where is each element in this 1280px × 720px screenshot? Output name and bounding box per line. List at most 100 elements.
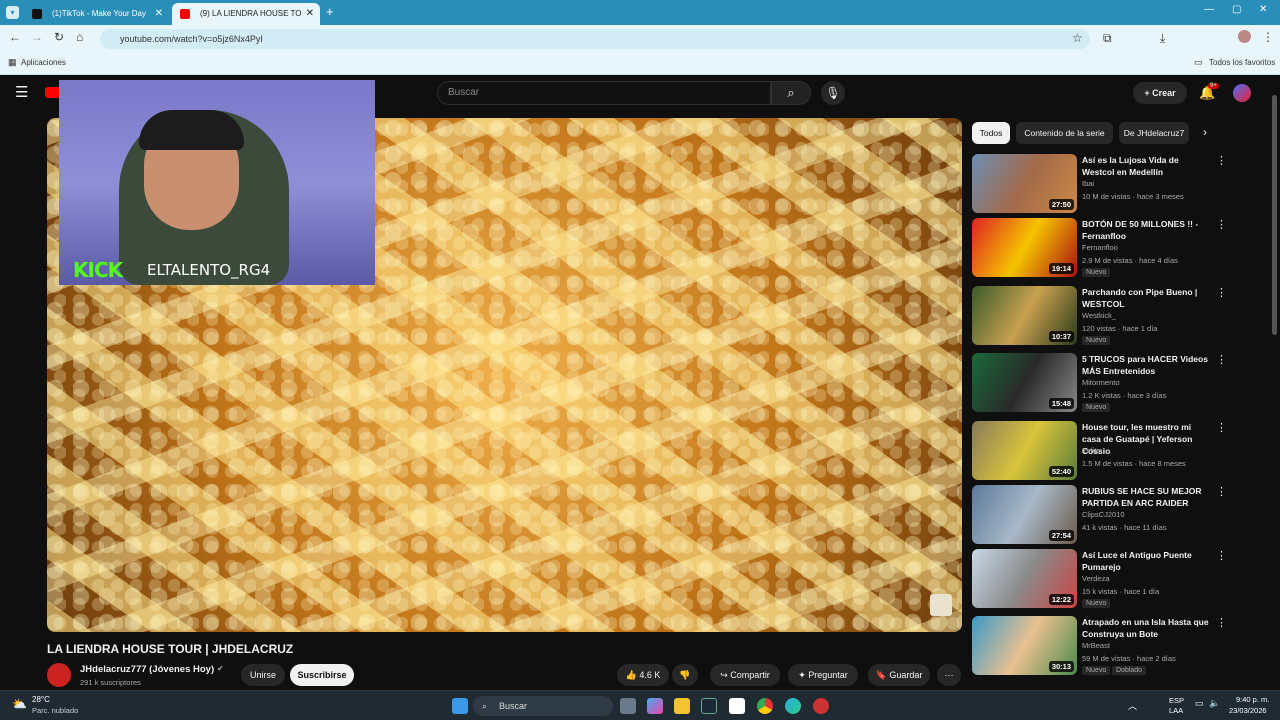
chevron-up-icon[interactable]: ︿ [1128,699,1137,712]
more-vert-icon[interactable]: ⋮ [1216,286,1227,299]
verified-icon: ✔ [217,664,224,673]
chip-label: Todos [979,128,1003,138]
minimize-button[interactable]: — [1204,4,1214,15]
chrome-icon[interactable] [757,698,773,714]
save-button[interactable]: 🔖 Guardar [868,664,930,686]
edge-icon[interactable] [785,698,801,714]
subscribe-button[interactable]: Suscribirse [290,664,354,686]
more-vert-icon[interactable]: ⋮ [1216,421,1227,434]
chip-channel[interactable]: De JHdelacruz7 [1119,122,1189,144]
chip-todos[interactable]: Todos [972,122,1010,144]
rec-title: 5 TRUCOS para HACER Videos MÁS Entreteni… [1082,354,1208,376]
download-icon[interactable]: ⤓ [1160,31,1165,46]
star-icon[interactable]: ☆ [1072,31,1083,45]
home-icon[interactable]: ⌂ [76,30,83,44]
task-view-icon[interactable] [620,698,636,714]
rec-item[interactable]: 12:22 Así Luce el Antiguo Puente Pumarej… [972,549,1232,611]
chevron-right-icon[interactable]: › [1203,125,1207,139]
search-button[interactable]: ⌕ [771,81,811,105]
network-icon[interactable]: ▭ [1195,698,1204,709]
tab-youtube[interactable]: (9) LA LIENDRA HOUSE TO ✕ [172,3,320,25]
youtube-icon [180,9,190,19]
ask-label: Preguntar [808,670,848,680]
duration-badge: 19:14 [1048,263,1074,274]
tab-search-icon[interactable]: ▾ [6,6,19,19]
more-vert-icon[interactable]: ⋮ [1216,549,1227,562]
volume-icon[interactable]: 🔈 [1209,698,1220,709]
subscriber-count: 291 k suscriptores [80,678,141,687]
rec-item[interactable]: 19:14 BOTÓN DE 50 MILLONES !! - Fernanfl… [972,218,1232,280]
channel-name[interactable]: JHdelacruz777 (Jóvenes Hoy) [80,664,214,675]
dubbed-badge: Doblado [1112,666,1147,675]
rec-channel: MrBeast [1082,641,1110,650]
extensions-icon[interactable]: ⧉ [1103,31,1112,46]
mic-icon: 🎙 [825,86,841,100]
file-explorer-icon[interactable] [674,698,690,714]
mic-button[interactable]: 🎙 [821,81,845,105]
rec-thumbnail: 15:48 [972,353,1077,412]
weather-desc: Parc. nublado [32,706,79,715]
more-vert-icon[interactable]: ⋮ [1216,485,1227,498]
search-input[interactable]: Buscar [437,81,771,105]
channel-avatar[interactable] [47,663,71,687]
taskbar-search[interactable]: ⌕ Buscar [473,696,613,716]
url-input[interactable]: youtube.com/watch?v=o5jz6Nx4PyI [100,29,1090,49]
forward-icon[interactable]: → [31,30,43,44]
rec-meta: 59 M de vistas · hace 2 días [1082,654,1176,663]
avatar[interactable] [1233,84,1251,102]
lang-primary[interactable]: ESP [1169,696,1184,705]
reload-icon[interactable]: ↻ [54,30,64,44]
menu-icon[interactable]: ⋮ [1262,30,1274,44]
like-button[interactable]: 👍 4.6 K [617,664,669,686]
copilot-icon[interactable] [647,698,663,714]
kick-logo: KICK [73,258,123,282]
new-badge: Nuevo [1082,599,1111,608]
rec-channel: ClipsCJ2010 [1082,510,1125,519]
capcut-icon[interactable] [729,698,745,714]
rec-item[interactable]: 52:40 House tour, les muestro mi casa de… [972,421,1232,483]
maximize-button[interactable]: ▢ [1232,4,1241,15]
create-button[interactable]: + Crear [1133,82,1187,104]
rec-item[interactable]: 10:37 Parchando con Pipe Bueno | WESTCOL… [972,286,1232,348]
new-tab-button[interactable]: + [326,4,334,19]
profile-icon[interactable] [1238,30,1251,43]
rec-item[interactable]: 30:13 Atrapado en una Isla Hasta que Con… [972,616,1232,678]
save-label: Guardar [889,670,923,680]
rec-channel: Fernanfloo [1082,243,1118,252]
windows-start-icon[interactable] [452,698,468,714]
weather-temp[interactable]: 28°C [32,695,50,704]
hamburger-menu-icon[interactable]: ☰ [15,83,28,101]
steam-icon[interactable] [701,698,717,714]
rec-item[interactable]: 15:48 5 TRUCOS para HACER Videos MÁS Ent… [972,353,1232,415]
rec-item[interactable]: 27:54 RUBIUS SE HACE SU MEJOR PARTIDA EN… [972,485,1232,547]
more-vert-icon[interactable]: ⋮ [1216,218,1227,231]
share-button[interactable]: ↪ Compartir [710,664,780,686]
clock-time[interactable]: 9:40 p. m. [1236,695,1269,704]
rec-thumbnail: 12:22 [972,549,1077,608]
scrollbar[interactable] [1272,95,1277,335]
duration-badge: 27:50 [1048,199,1074,210]
ask-button[interactable]: ✦ Preguntar [788,664,858,686]
close-icon[interactable]: ✕ [155,3,163,25]
dislike-button[interactable]: 👎 [672,664,698,686]
create-label: Crear [1152,88,1176,98]
join-button[interactable]: Unirse [241,664,285,686]
duration-badge: 52:40 [1048,466,1074,477]
bookmark-apps[interactable]: Aplicaciones [21,58,66,67]
close-icon[interactable]: ✕ [306,3,314,25]
close-window-button[interactable]: ✕ [1259,4,1267,15]
apps-grid-icon: ▦ [8,57,17,67]
bookmark-all[interactable]: Todos los favoritos [1209,58,1275,67]
rec-item[interactable]: 27:50 Así es la Lujosa Vida de Westcol e… [972,154,1232,216]
more-vert-icon[interactable]: ⋮ [1216,616,1227,629]
app-icon[interactable] [813,698,829,714]
more-vert-icon[interactable]: ⋮ [1216,154,1227,167]
video-title: LA LIENDRA HOUSE TOUR | JHDELACRUZ [47,642,294,656]
tab-tiktok[interactable]: (1)TikTok - Make Your Day ✕ [24,3,169,25]
channel-row: JHdelacruz777 (Jóvenes Hoy) ✔ 291 k susc… [47,661,967,689]
back-icon[interactable]: ← [9,30,21,44]
chip-serie[interactable]: Contenido de la serie [1016,122,1113,144]
more-actions-button[interactable]: ⋯ [937,664,961,686]
rec-channel: Verdeza [1082,574,1110,583]
more-vert-icon[interactable]: ⋮ [1216,353,1227,366]
